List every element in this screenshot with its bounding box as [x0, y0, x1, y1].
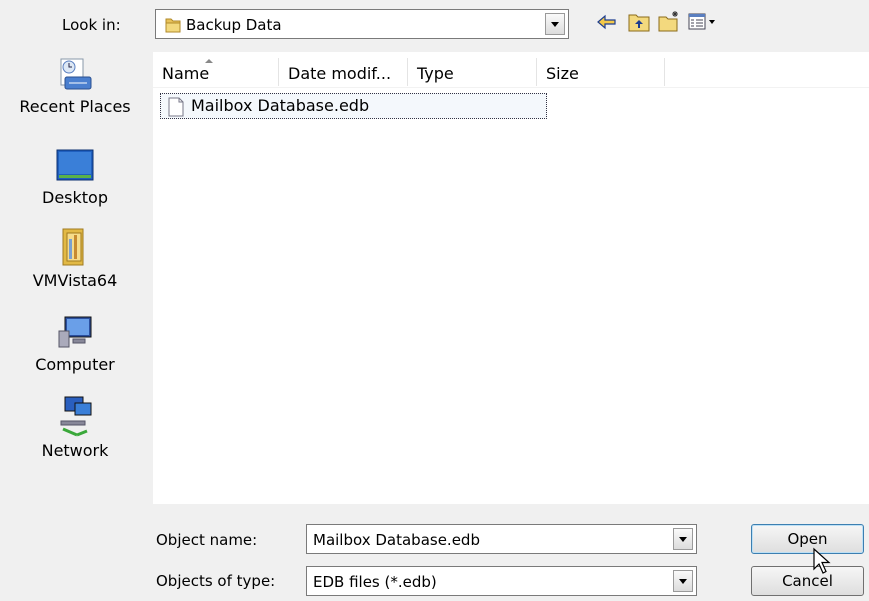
place-recent-places[interactable]: Recent Places — [8, 55, 142, 116]
desktop-icon — [56, 149, 94, 181]
computer-icon — [58, 316, 92, 348]
chevron-down-icon[interactable] — [673, 528, 693, 550]
open-button[interactable]: Open — [751, 524, 864, 554]
object-type-label: Objects of type: — [156, 572, 276, 590]
column-header-size[interactable]: Size — [537, 58, 665, 86]
object-name-input[interactable]: Mailbox Database.edb — [306, 524, 697, 554]
place-computer[interactable]: Computer — [8, 313, 142, 374]
mouse-cursor-icon — [813, 547, 831, 574]
place-label: Network — [41, 441, 109, 460]
file-list[interactable]: Name Date modif... Type Size Mailbox Dat… — [153, 52, 869, 504]
place-desktop[interactable]: Desktop — [8, 146, 142, 207]
place-label: VMVista64 — [32, 271, 118, 290]
chevron-down-icon[interactable] — [673, 570, 693, 592]
place-network[interactable]: Network — [8, 395, 142, 460]
user-folder-icon — [62, 228, 84, 266]
new-folder-icon[interactable] — [657, 10, 681, 34]
network-icon — [60, 396, 92, 437]
place-label: Computer — [35, 355, 115, 374]
object-type-dropdown[interactable]: EDB files (*.edb) — [306, 566, 697, 596]
file-icon — [168, 97, 184, 117]
object-type-value: EDB files (*.edb) — [313, 573, 437, 591]
place-label: Desktop — [42, 188, 108, 207]
look-in-dropdown[interactable]: Backup Data — [155, 9, 569, 39]
recent-places-icon — [60, 58, 92, 90]
column-header-label: Name — [162, 64, 210, 83]
view-menu-icon[interactable] — [687, 10, 719, 34]
up-folder-icon[interactable] — [627, 10, 651, 34]
sort-ascending-icon — [205, 59, 213, 63]
file-name: Mailbox Database.edb — [191, 96, 370, 115]
object-name-label: Object name: — [156, 531, 258, 549]
column-header-type[interactable]: Type — [408, 58, 537, 86]
column-header-row: Name Date modif... Type Size — [153, 52, 869, 88]
look-in-label: Look in: — [62, 16, 121, 34]
column-header-label: Type — [417, 64, 454, 83]
place-label: Recent Places — [19, 97, 131, 116]
chevron-down-icon[interactable] — [545, 13, 565, 35]
cancel-button[interactable]: Cancel — [751, 566, 864, 596]
look-in-value: Backup Data — [186, 16, 282, 34]
folder-icon — [165, 18, 181, 33]
column-header-label: Date modif... — [288, 64, 392, 83]
object-name-value: Mailbox Database.edb — [313, 531, 480, 549]
column-header-label: Size — [546, 64, 579, 83]
place-vmvista64[interactable]: VMVista64 — [8, 225, 142, 290]
file-list-item[interactable]: Mailbox Database.edb — [160, 93, 547, 119]
back-arrow-icon[interactable] — [595, 10, 619, 34]
column-header-date[interactable]: Date modif... — [279, 58, 408, 86]
column-header-name[interactable]: Name — [153, 58, 279, 86]
